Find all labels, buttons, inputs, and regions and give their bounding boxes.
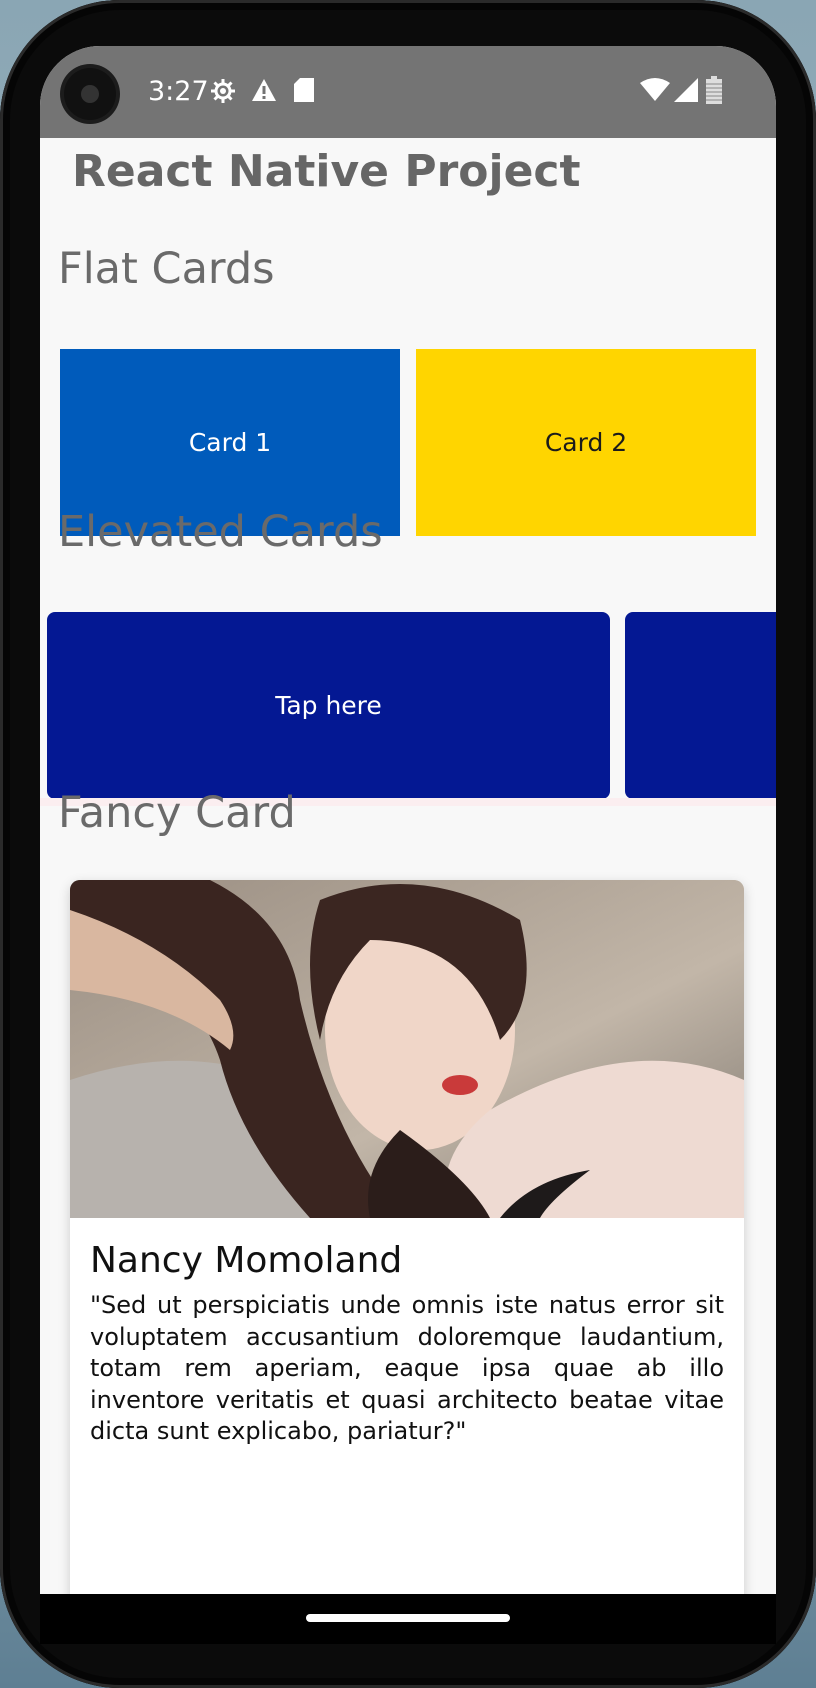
- status-time: 3:27: [148, 76, 209, 107]
- elevated-card-2[interactable]: [625, 612, 776, 799]
- page-title: React Native Project: [72, 146, 581, 197]
- phone-frame: 3:27 React Native Project Flat Cards Car…: [0, 0, 816, 1688]
- elevated-cards-heading: Elevated Cards: [58, 507, 383, 557]
- warning-icon: [252, 79, 276, 101]
- fancy-card: Nancy Momoland "Sed ut perspiciatis unde…: [70, 880, 744, 1594]
- fancy-card-heading: Fancy Card: [58, 788, 296, 838]
- navigation-bar: [40, 1594, 776, 1644]
- elevated-card-label: Tap here: [275, 691, 382, 720]
- signal-icon: [674, 78, 698, 102]
- profile-photo: [70, 880, 744, 1218]
- elevated-card-tap-here[interactable]: Tap here: [47, 612, 610, 799]
- front-camera: [64, 68, 116, 120]
- screen: 3:27 React Native Project Flat Cards Car…: [40, 46, 776, 1594]
- fancy-card-title: Nancy Momoland: [90, 1240, 403, 1281]
- settings-icon: [211, 79, 235, 103]
- sd-card-icon: [294, 78, 314, 102]
- flat-card-2-label: Card 2: [544, 428, 628, 457]
- flat-card-2: Card 2: [416, 349, 756, 536]
- battery-icon: [706, 76, 722, 104]
- home-gesture-handle[interactable]: [306, 1614, 510, 1622]
- fancy-card-description: "Sed ut perspiciatis unde omnis iste nat…: [90, 1291, 724, 1445]
- status-bar: 3:27: [40, 46, 776, 138]
- app-content[interactable]: React Native Project Flat Cards Card 1 C…: [40, 138, 776, 1594]
- flat-card-1-label: Card 1: [188, 428, 272, 457]
- wifi-icon: [640, 78, 670, 101]
- flat-cards-heading: Flat Cards: [58, 244, 275, 294]
